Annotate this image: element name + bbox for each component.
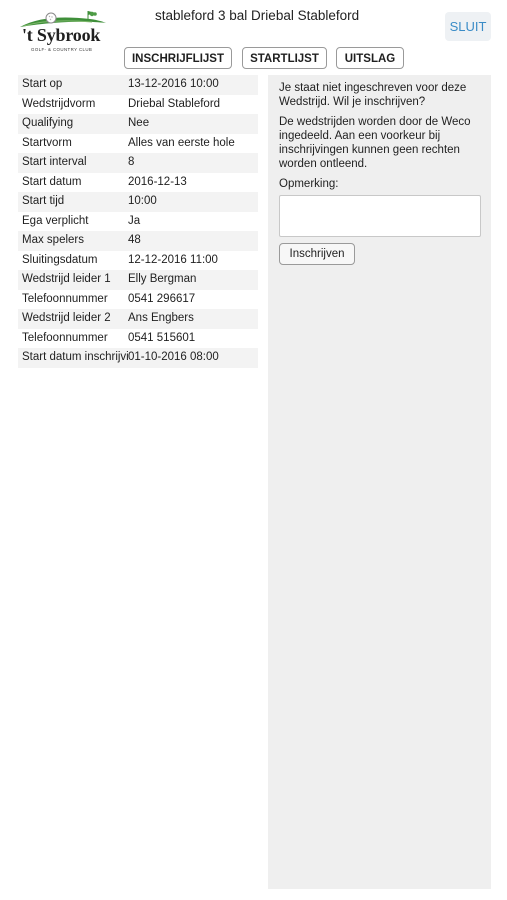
detail-label: Start datum bbox=[22, 175, 82, 188]
detail-value: Driebal Stableford bbox=[128, 97, 221, 110]
detail-value: 48 bbox=[128, 234, 141, 246]
detail-value: Ja bbox=[128, 214, 141, 227]
detail-label: Sluitingsdatum bbox=[22, 253, 98, 266]
registration-info-message: De wedstrijden worden door de Weco inged… bbox=[279, 116, 471, 170]
detail-value: 13-12-2016 10:00 bbox=[128, 78, 219, 90]
detail-label: Wedstrijd leider 1 bbox=[22, 273, 111, 285]
not-registered-message: Je staat niet ingeschreven voor deze Wed… bbox=[279, 82, 467, 108]
detail-row-wedstrijd-leider-2: Wedstrijd leider 2 Ans Engbers bbox=[18, 309, 258, 329]
detail-value: Ans Engbers bbox=[128, 312, 194, 324]
detail-label: Telefoonnummer bbox=[22, 331, 108, 344]
remark-textarea[interactable] bbox=[279, 195, 481, 237]
detail-row-wedstrijdvorm: Wedstrijdvorm Driebal Stableford bbox=[18, 94, 258, 114]
detail-label: Start tijd bbox=[22, 195, 65, 207]
close-button[interactable]: SLUIT bbox=[445, 12, 491, 41]
detail-label: Max spelers bbox=[22, 234, 84, 246]
competition-details-table: Start op 13-12-2016 10:00 Wedstrijdvorm … bbox=[18, 75, 258, 368]
detail-row-sluitingsdatum: Sluitingsdatum 12-12-2016 11:00 bbox=[18, 250, 258, 270]
detail-row-start-datum: Start datum 2016-12-13 bbox=[18, 172, 258, 192]
detail-value: Alles van eerste hole bbox=[128, 136, 235, 149]
detail-value: Elly Bergman bbox=[128, 273, 197, 285]
tab-uitslag[interactable]: UITSLAG bbox=[336, 47, 404, 69]
logo-name: 't Sybrook bbox=[22, 25, 101, 45]
detail-value: 0541 296617 bbox=[128, 292, 196, 305]
page-title: stableford 3 bal Driebal Stableford bbox=[155, 8, 360, 23]
detail-row-start-datum-inschrijving: Start datum inschrijving 01-10-2016 08:0… bbox=[18, 348, 258, 368]
detail-value: Nee bbox=[128, 117, 150, 129]
detail-label: Start interval bbox=[22, 156, 87, 168]
tab-startlijst[interactable]: STARTLIJST bbox=[242, 47, 327, 69]
detail-label: Start op bbox=[22, 78, 63, 90]
detail-row-ega-verplicht: Ega verplicht Ja bbox=[18, 211, 258, 231]
detail-label: Start datum inschrijving bbox=[22, 351, 128, 363]
detail-value: 01-10-2016 08:00 bbox=[128, 351, 219, 363]
detail-value: 10:00 bbox=[128, 195, 157, 207]
detail-row-startvorm: Startvorm Alles van eerste hole bbox=[18, 133, 258, 153]
detail-row-telefoonnummer-1: Telefoonnummer 0541 296617 bbox=[18, 289, 258, 309]
logo-subtitle: GOLF- & COUNTRY CLUB bbox=[31, 47, 93, 52]
detail-row-start-tijd: Start tijd 10:00 bbox=[18, 192, 258, 212]
detail-value: 12-12-2016 11:00 bbox=[128, 253, 218, 266]
detail-value: 2016-12-13 bbox=[128, 175, 187, 188]
detail-label: Ega verplicht bbox=[22, 214, 89, 227]
detail-value: 8 bbox=[128, 156, 135, 168]
detail-row-start-interval: Start interval 8 bbox=[18, 153, 258, 173]
tab-inschrijflijst[interactable]: INSCHRIJFLIJST bbox=[124, 47, 232, 69]
detail-label: Wedstrijd leider 2 bbox=[22, 312, 111, 324]
detail-label: Wedstrijdvorm bbox=[22, 97, 96, 110]
club-logo: 't Sybrook GOLF- & COUNTRY CLUB bbox=[18, 8, 110, 56]
detail-label: Telefoonnummer bbox=[22, 292, 108, 305]
register-button[interactable]: Inschrijven bbox=[279, 243, 355, 265]
detail-row-qualifying: Qualifying Nee bbox=[18, 114, 258, 134]
detail-value: 0541 515601 bbox=[128, 331, 196, 344]
remark-label: Opmerking: bbox=[279, 178, 339, 190]
detail-row-start-op: Start op 13-12-2016 10:00 bbox=[18, 75, 258, 95]
detail-label: Qualifying bbox=[22, 117, 74, 129]
detail-row-telefoonnummer-2: Telefoonnummer 0541 515601 bbox=[18, 328, 258, 348]
detail-row-max-spelers: Max spelers 48 bbox=[18, 231, 258, 251]
registration-panel: Je staat niet ingeschreven voor deze Wed… bbox=[268, 75, 491, 889]
detail-row-wedstrijd-leider-1: Wedstrijd leider 1 Elly Bergman bbox=[18, 270, 258, 290]
detail-label: Startvorm bbox=[22, 136, 72, 149]
